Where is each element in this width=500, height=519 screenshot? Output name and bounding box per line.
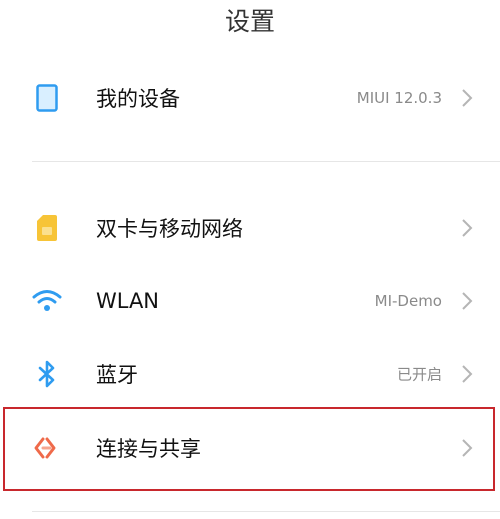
settings-item-label: 我的设备 — [96, 87, 180, 111]
section-divider — [32, 161, 500, 162]
settings-item-sim-network[interactable]: 双卡与移动网络 — [0, 193, 500, 263]
settings-item-bluetooth[interactable]: 蓝牙 已开启 — [0, 339, 500, 409]
highlight-frame — [3, 407, 495, 491]
settings-item-value: 已开启 — [396, 365, 442, 384]
settings-item-value: MI-Demo — [374, 292, 442, 310]
settings-item-label: 蓝牙 — [96, 363, 138, 387]
settings-item-label: WLAN — [96, 289, 160, 313]
chevron-right-icon — [462, 292, 473, 310]
settings-item-wlan[interactable]: WLAN MI-Demo — [0, 266, 500, 336]
sim-card-icon — [30, 211, 64, 245]
bluetooth-icon — [30, 357, 64, 391]
chevron-right-icon — [462, 219, 473, 237]
section-divider — [32, 511, 500, 512]
tablet-icon — [30, 81, 64, 115]
settings-item-value: MIUI 12.0.3 — [356, 89, 442, 107]
chevron-right-icon — [462, 365, 473, 383]
page-title: 设置 — [224, 7, 275, 36]
wifi-icon — [30, 284, 64, 318]
chevron-right-icon — [462, 89, 473, 107]
settings-item-label: 双卡与移动网络 — [96, 217, 243, 241]
settings-item-my-device[interactable]: 我的设备 MIUI 12.0.3 — [0, 63, 500, 133]
